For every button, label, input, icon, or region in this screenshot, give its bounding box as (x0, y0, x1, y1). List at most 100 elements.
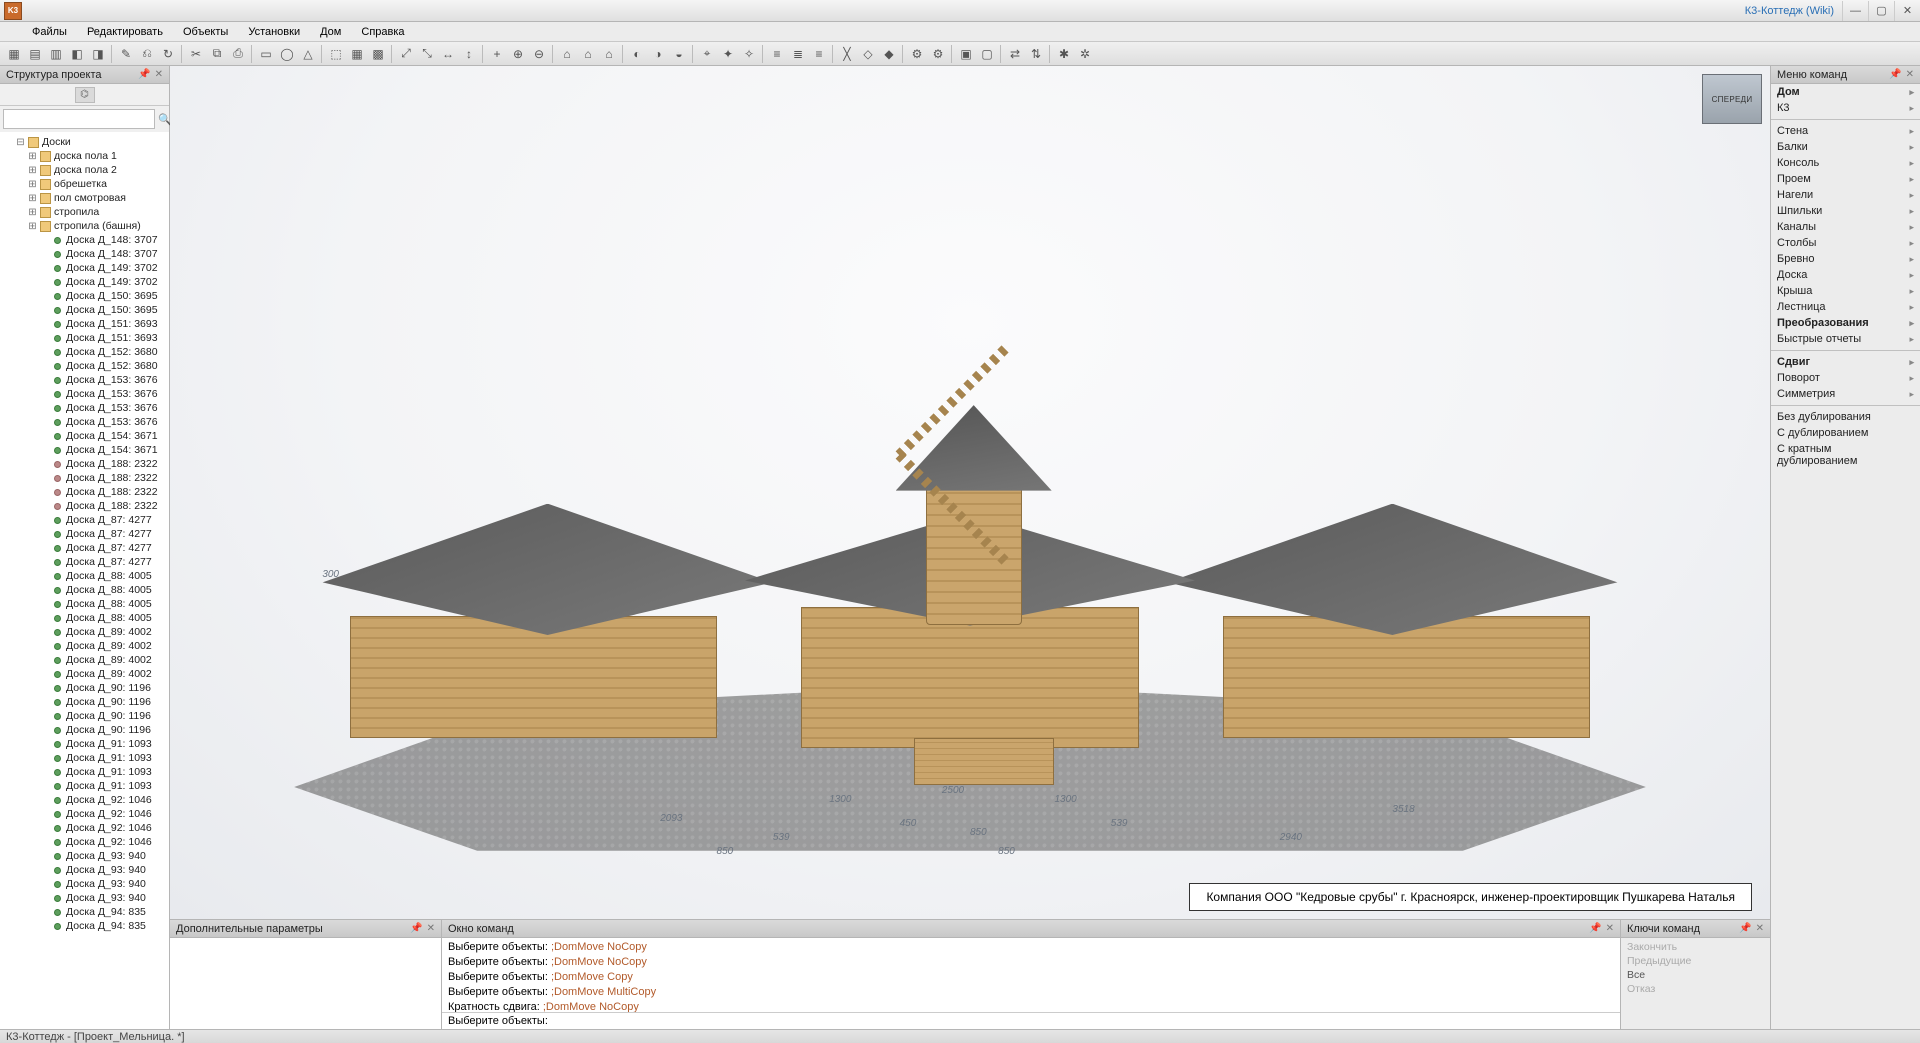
command-menu-item[interactable]: Балки▸ (1771, 139, 1920, 155)
tree-node[interactable]: Доска Д_188: 2322 (2, 457, 167, 471)
toolbar-button[interactable]: ✎ (116, 44, 136, 64)
command-menu-item[interactable]: Дом▸ (1771, 84, 1920, 100)
tree-node[interactable]: Доска Д_88: 4005 (2, 569, 167, 583)
toolbar-button[interactable]: ✲ (1075, 44, 1095, 64)
tree-node[interactable]: ⊞обрешетка (2, 177, 167, 191)
tree-node[interactable]: Доска Д_92: 1046 (2, 835, 167, 849)
command-menu-item[interactable]: Доска▸ (1771, 267, 1920, 283)
tree-node[interactable]: Доска Д_149: 3702 (2, 275, 167, 289)
tree-node[interactable]: Доска Д_152: 3680 (2, 359, 167, 373)
view-cube[interactable]: СПЕРЕДИ (1702, 74, 1762, 124)
toolbar-button[interactable]: ◯ (277, 44, 297, 64)
toolbar-button[interactable]: ≡ (767, 44, 787, 64)
toolbar-button[interactable]: ⊕ (508, 44, 528, 64)
toolbar-button[interactable]: ⤡ (417, 44, 437, 64)
tree-node[interactable]: Доска Д_93: 940 (2, 863, 167, 877)
tree-node[interactable]: Доска Д_87: 4277 (2, 513, 167, 527)
tree-node[interactable]: Доска Д_90: 1196 (2, 709, 167, 723)
pin-icon[interactable]: 📌 (1889, 69, 1901, 80)
tree-node[interactable]: Доска Д_154: 3671 (2, 443, 167, 457)
tree-expand-icon[interactable]: ⊞ (28, 165, 37, 176)
tree-node[interactable]: Доска Д_90: 1196 (2, 695, 167, 709)
toolbar-button[interactable]: ✂ (186, 44, 206, 64)
menu-установки[interactable]: Установки (240, 24, 308, 40)
tree-node[interactable]: Доска Д_90: 1196 (2, 681, 167, 695)
toolbar-button[interactable]: ⎌ (137, 44, 157, 64)
tree-node[interactable]: ⊞доска пола 2 (2, 163, 167, 177)
command-menu-item[interactable]: Крыша▸ (1771, 283, 1920, 299)
tree-node[interactable]: Доска Д_91: 1093 (2, 751, 167, 765)
tree-node[interactable]: Доска Д_91: 1093 (2, 737, 167, 751)
tree-node[interactable]: ⊞доска пола 1 (2, 149, 167, 163)
tree-expand-icon[interactable]: ⊞ (28, 179, 37, 190)
command-menu-item[interactable]: Столбы▸ (1771, 235, 1920, 251)
tree-node[interactable]: Доска Д_152: 3680 (2, 345, 167, 359)
viewport-3d[interactable]: СПЕРЕДИ (170, 66, 1770, 919)
toolbar-button[interactable]: ▤ (25, 44, 45, 64)
structure-tab-icon[interactable]: ⌬ (75, 87, 95, 103)
toolbar-button[interactable]: ◇ (858, 44, 878, 64)
tree-node[interactable]: Доска Д_150: 3695 (2, 289, 167, 303)
command-menu-item[interactable]: Шпильки▸ (1771, 203, 1920, 219)
menu-объекты[interactable]: Объекты (175, 24, 236, 40)
command-menu-item[interactable]: С кратным дублированием (1771, 441, 1920, 469)
pin-icon[interactable]: 📌 (410, 923, 422, 934)
tree-node[interactable]: ⊞стропила (2, 205, 167, 219)
tree-node[interactable]: ⊞стропила (башня) (2, 219, 167, 233)
toolbar-button[interactable]: ◧ (67, 44, 87, 64)
tree-node[interactable]: Доска Д_94: 835 (2, 905, 167, 919)
toolbar-button[interactable]: ✦ (718, 44, 738, 64)
tree-node[interactable]: Доска Д_151: 3693 (2, 317, 167, 331)
command-menu-item[interactable]: Нагели▸ (1771, 187, 1920, 203)
toolbar-button[interactable]: ◑ (648, 44, 668, 64)
toolbar-button[interactable]: ✧ (739, 44, 759, 64)
tree-node[interactable]: Доска Д_188: 2322 (2, 471, 167, 485)
minimize-button[interactable]: — (1842, 1, 1868, 21)
tree-node[interactable]: Доска Д_91: 1093 (2, 765, 167, 779)
panel-close-icon[interactable]: ✕ (1756, 923, 1764, 934)
toolbar-button[interactable]: ⌂ (557, 44, 577, 64)
tree-node[interactable]: Доска Д_153: 3676 (2, 415, 167, 429)
menu-справка[interactable]: Справка (353, 24, 412, 40)
tree-node[interactable]: Доска Д_150: 3695 (2, 303, 167, 317)
toolbar-button[interactable]: ▦ (347, 44, 367, 64)
tree-expand-icon[interactable]: ⊞ (28, 193, 37, 204)
tree-node[interactable]: Доска Д_89: 4002 (2, 639, 167, 653)
toolbar-button[interactable]: ↻ (158, 44, 178, 64)
command-menu-item[interactable]: С дублированием (1771, 425, 1920, 441)
toolbar-button[interactable]: ⤢ (396, 44, 416, 64)
command-menu-item[interactable]: Проем▸ (1771, 171, 1920, 187)
panel-close-icon[interactable]: ✕ (155, 69, 163, 80)
pin-icon[interactable]: 📌 (1739, 923, 1751, 934)
toolbar-button[interactable]: + (487, 44, 507, 64)
close-button[interactable]: ✕ (1894, 1, 1920, 21)
tree-node[interactable]: Доска Д_153: 3676 (2, 373, 167, 387)
toolbar-button[interactable]: ≡ (809, 44, 829, 64)
tree-node[interactable]: Доска Д_92: 1046 (2, 821, 167, 835)
toolbar-button[interactable]: ✱ (1054, 44, 1074, 64)
toolbar-button[interactable]: ⚙ (928, 44, 948, 64)
tree-node[interactable]: Доска Д_93: 940 (2, 877, 167, 891)
toolbar-button[interactable]: ╳ (837, 44, 857, 64)
toolbar-button[interactable]: ◆ (879, 44, 899, 64)
structure-search-input[interactable] (3, 109, 155, 129)
toolbar-button[interactable]: ▦ (4, 44, 24, 64)
command-menu-item[interactable]: Бревно▸ (1771, 251, 1920, 267)
command-menu-item[interactable]: Симметрия▸ (1771, 386, 1920, 402)
command-menu-item[interactable]: Каналы▸ (1771, 219, 1920, 235)
tree-node[interactable]: ⊞пол смотровая (2, 191, 167, 205)
toolbar-button[interactable]: ⇄ (1005, 44, 1025, 64)
command-menu-item[interactable]: Преобразования▸ (1771, 315, 1920, 331)
pin-icon[interactable]: 📌 (138, 69, 150, 80)
tree-node[interactable]: Доска Д_94: 835 (2, 919, 167, 933)
tree-expand-icon[interactable]: ⊟ (16, 137, 25, 148)
toolbar-button[interactable]: ⌂ (599, 44, 619, 64)
tree-node[interactable]: Доска Д_188: 2322 (2, 499, 167, 513)
menu-дом[interactable]: Дом (312, 24, 349, 40)
structure-tree[interactable]: ⊟Доски⊞доска пола 1⊞доска пола 2⊞обрешет… (0, 132, 169, 1029)
toolbar-button[interactable]: ⎙ (228, 44, 248, 64)
toolbar-button[interactable]: ▩ (368, 44, 388, 64)
toolbar-button[interactable]: ◐ (627, 44, 647, 64)
tree-node[interactable]: Доска Д_89: 4002 (2, 667, 167, 681)
tree-node[interactable]: Доска Д_92: 1046 (2, 807, 167, 821)
